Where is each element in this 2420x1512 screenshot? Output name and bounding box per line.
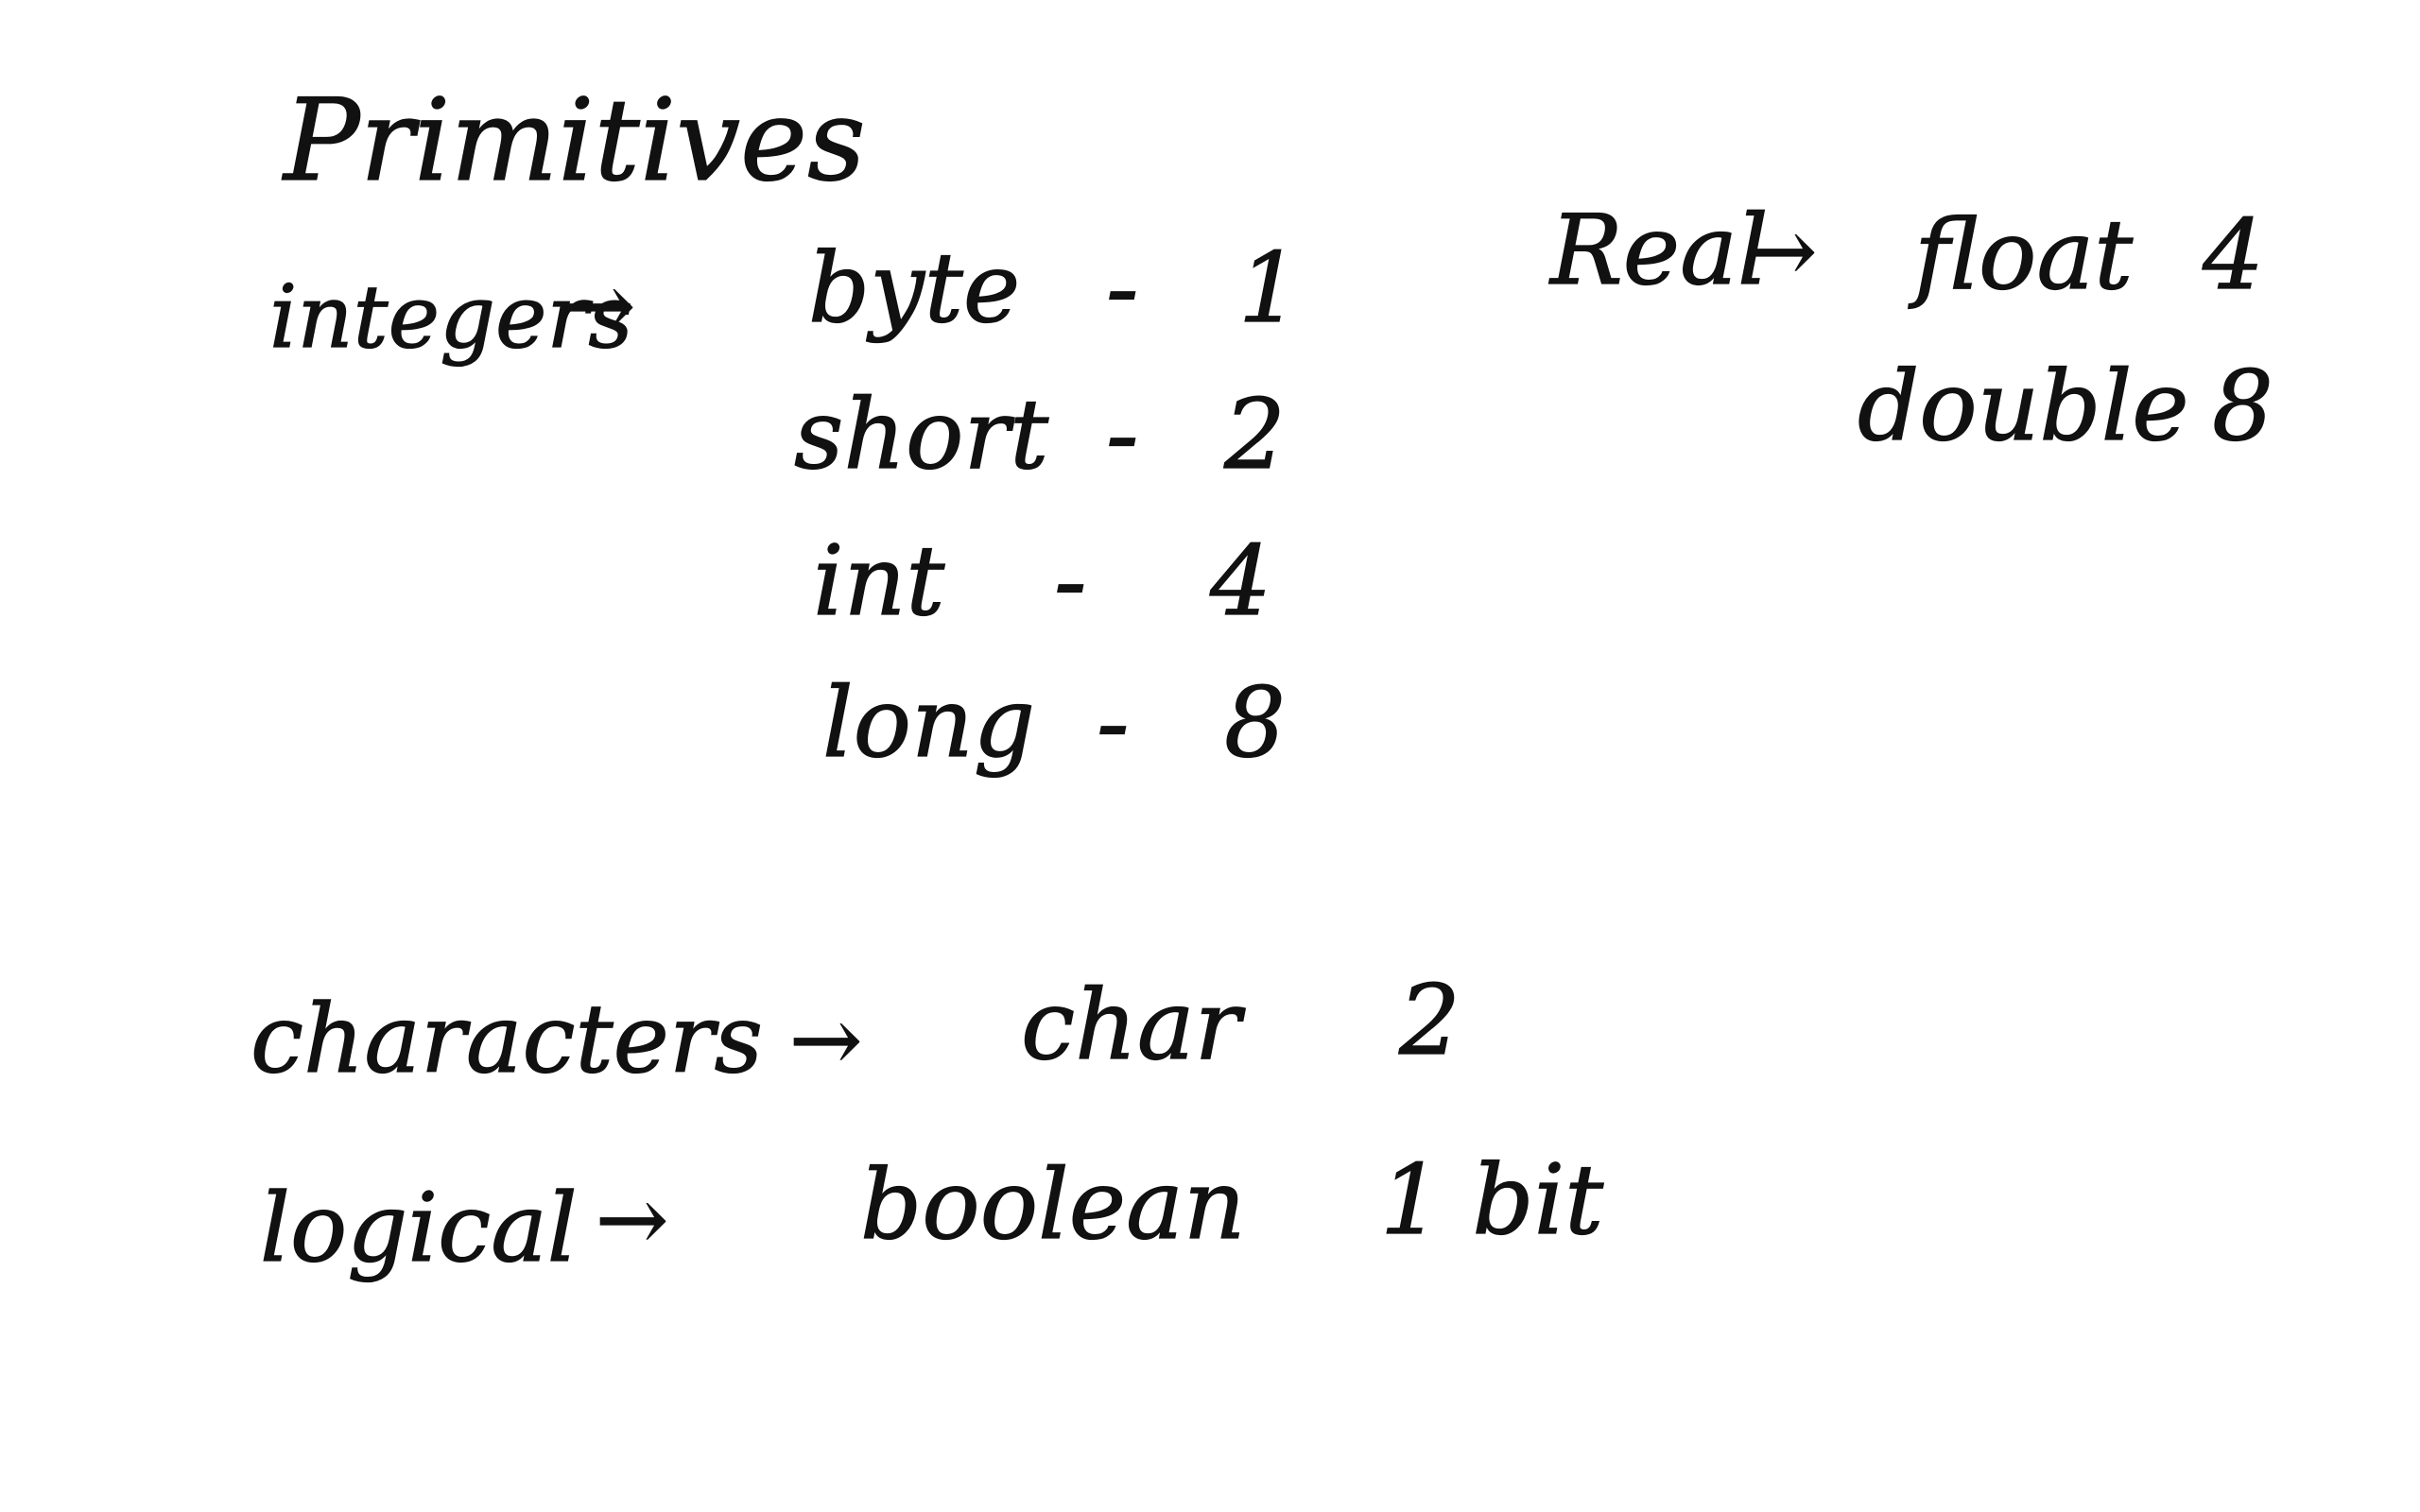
type-long: long [821, 667, 1036, 780]
type-boolean: boolean [859, 1149, 1246, 1262]
size-char: 2 [1398, 965, 1461, 1077]
size-short: 2 [1223, 379, 1286, 491]
logical-label: logical [259, 1173, 578, 1283]
characters-label: characters [250, 984, 763, 1094]
size-long: 8 [1223, 667, 1286, 780]
type-char: char [1020, 970, 1241, 1082]
size-float: 4 [2202, 199, 2264, 312]
real-label: Real [1549, 195, 1769, 307]
separator-long: - [1096, 667, 1130, 780]
type-short: short [793, 379, 1049, 491]
logical-arrow-icon: → [595, 1169, 669, 1270]
type-float: float [1913, 199, 2134, 312]
type-double: double [1857, 351, 2189, 463]
size-double: 8 [2211, 351, 2273, 463]
separator-short: - [1105, 379, 1139, 491]
separator-int: - [1053, 525, 1087, 638]
handwritten-notes-canvas: Primitives integers → byte - 1 short - 2… [0, 0, 2420, 1512]
type-int: int [812, 525, 945, 638]
integers-arrow-icon: → [562, 255, 636, 356]
separator-byte: - [1105, 232, 1139, 345]
characters-arrow-icon: → [788, 989, 863, 1091]
real-arrow-icon: → [1743, 200, 1818, 301]
page-title: Primitives [283, 76, 866, 207]
size-byte: 1 [1237, 232, 1300, 345]
size-int: 4 [1209, 525, 1271, 638]
size-boolean: 1 bit [1379, 1144, 1604, 1257]
type-byte: byte [807, 232, 1021, 345]
